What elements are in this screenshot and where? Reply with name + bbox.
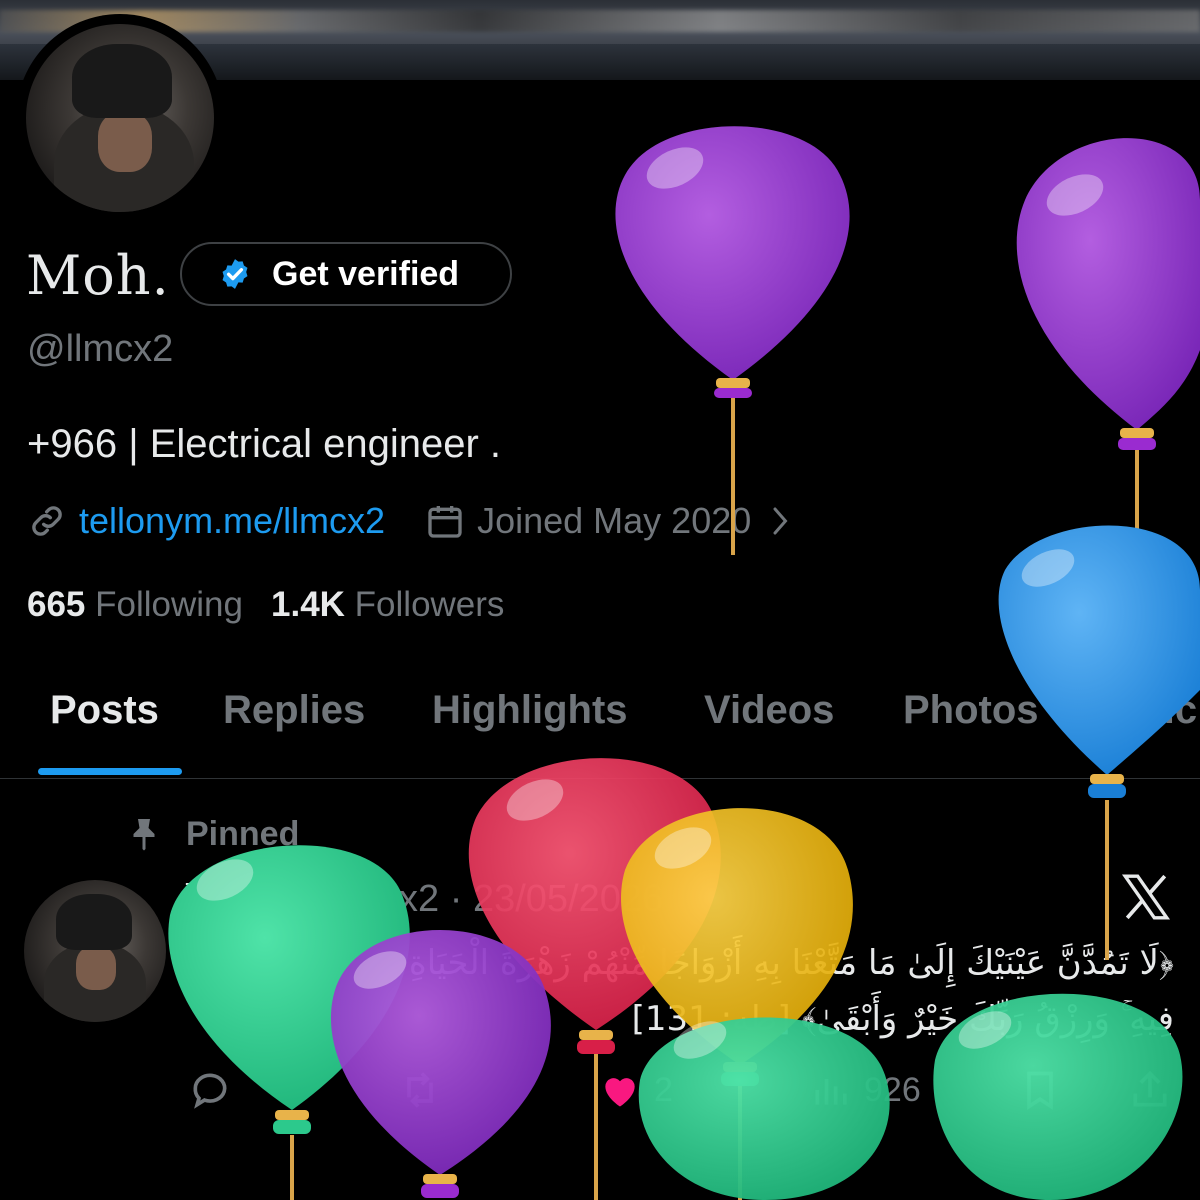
following-count: 665 bbox=[27, 585, 86, 624]
joined-date: Joined May 2020 bbox=[477, 500, 752, 541]
share-button[interactable] bbox=[1128, 1068, 1172, 1112]
tab-posts[interactable]: Posts bbox=[50, 688, 159, 733]
balloon-purple bbox=[615, 126, 850, 555]
following-link[interactable]: 665 Following bbox=[27, 585, 243, 624]
get-verified-button[interactable]: Get verified bbox=[180, 242, 512, 306]
post-header: Moh. @llmcx2 · 23/05/2026 bbox=[184, 876, 663, 921]
following-label: Following bbox=[95, 585, 243, 624]
get-verified-label: Get verified bbox=[272, 254, 460, 293]
follow-stats: 665 Following 1.4K Followers bbox=[27, 585, 504, 625]
bookmark-button[interactable] bbox=[1018, 1068, 1062, 1112]
balloon-purple bbox=[1016, 138, 1200, 625]
like-count: 2 bbox=[654, 1070, 673, 1109]
followers-count: 1.4K bbox=[271, 585, 345, 624]
like-button[interactable]: 2 bbox=[598, 1068, 673, 1112]
chevron-right-icon[interactable] bbox=[769, 503, 793, 539]
link-icon bbox=[32, 506, 62, 536]
post-text: ﴿لَا تَمُدَّنَّ عَيْنَيْكَ إِلَىٰ مَا مَ… bbox=[222, 943, 1174, 1039]
profile-avatar[interactable] bbox=[16, 14, 224, 222]
post-actions: 2 926 bbox=[184, 1068, 1174, 1128]
view-count: 926 bbox=[864, 1070, 921, 1109]
profile-link[interactable]: tellonym.me/llmcx2 bbox=[79, 500, 385, 542]
bookmark-icon bbox=[1027, 1071, 1053, 1110]
repost-button[interactable] bbox=[398, 1068, 442, 1112]
profile-handle: @llmcx2 bbox=[27, 328, 174, 370]
views-button[interactable]: 926 bbox=[810, 1068, 921, 1112]
post-author-name[interactable]: Moh. bbox=[184, 876, 282, 920]
post-separator: · bbox=[449, 878, 463, 920]
reply-button[interactable] bbox=[188, 1068, 232, 1112]
reply-icon bbox=[193, 1073, 227, 1109]
pinned-indicator: Pinned bbox=[126, 814, 299, 854]
repost-icon bbox=[407, 1072, 433, 1108]
active-tab-indicator bbox=[38, 768, 182, 775]
profile-name: Moh. bbox=[26, 244, 170, 307]
followers-link[interactable]: 1.4K Followers bbox=[271, 585, 504, 624]
profile-bio: +966 | Electrical engineer . bbox=[27, 422, 502, 466]
profile-meta: tellonym.me/llmcx2 Joined May 2020 bbox=[27, 500, 793, 542]
profile-tabs: Posts Replies Highlights Videos Photos A… bbox=[0, 688, 1200, 779]
share-icon bbox=[1133, 1070, 1167, 1107]
post-date[interactable]: 23/05/2026 bbox=[473, 878, 663, 920]
post-author-avatar[interactable] bbox=[24, 880, 166, 1022]
tab-articles[interactable]: Artic bbox=[1106, 688, 1197, 733]
pin-icon bbox=[133, 819, 155, 851]
calendar-icon bbox=[428, 506, 462, 538]
tab-highlights[interactable]: Highlights bbox=[432, 688, 628, 733]
views-icon bbox=[815, 1079, 847, 1105]
pinned-label: Pinned bbox=[186, 814, 300, 853]
x-logo-icon bbox=[1121, 874, 1171, 920]
tab-photos[interactable]: Photos bbox=[903, 688, 1039, 733]
followers-label: Followers bbox=[354, 585, 505, 624]
tab-videos[interactable]: Videos bbox=[704, 688, 834, 733]
heart-icon bbox=[605, 1078, 635, 1107]
post-author-handle[interactable]: @llmcx2 bbox=[293, 878, 439, 920]
tab-replies[interactable]: Replies bbox=[223, 688, 365, 733]
verified-badge-icon bbox=[222, 259, 248, 289]
